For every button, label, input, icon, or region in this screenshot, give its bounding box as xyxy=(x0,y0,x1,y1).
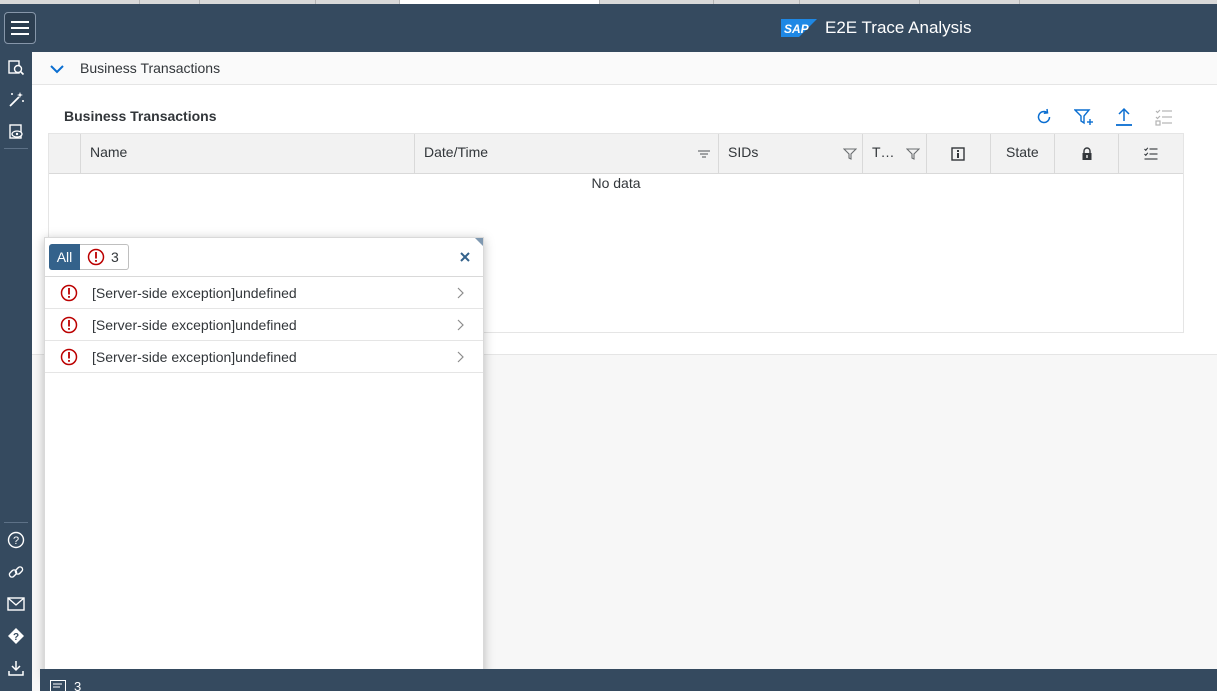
svg-text:?: ? xyxy=(13,535,19,547)
nav-item-search-trace[interactable] xyxy=(0,52,32,84)
sap-logo: SAP xyxy=(781,19,817,37)
information-icon xyxy=(951,147,965,161)
column-label: T… xyxy=(872,144,895,160)
download-icon xyxy=(8,661,24,676)
message-text: [Server-side exception]undefined xyxy=(92,317,297,333)
error-icon xyxy=(60,348,78,366)
hamburger-icon xyxy=(11,21,29,35)
chevron-right-icon xyxy=(457,319,464,331)
column-label: Name xyxy=(90,144,128,160)
chevron-down-icon[interactable] xyxy=(48,60,66,78)
lock-icon xyxy=(1082,147,1092,160)
error-count: 3 xyxy=(111,249,119,265)
help-icon: ? xyxy=(7,531,25,549)
column-header-info[interactable] xyxy=(927,134,991,174)
column-label: Date/Time xyxy=(424,144,489,160)
email-icon xyxy=(7,597,25,611)
filter-icon xyxy=(843,148,857,160)
nav-item-email[interactable] xyxy=(0,588,32,620)
empty-table-text: No data xyxy=(591,175,641,191)
message-popover-header: All 3 xyxy=(45,238,483,277)
error-icon xyxy=(60,284,78,302)
nav-item-download[interactable] xyxy=(0,652,32,684)
sort-icon xyxy=(698,150,710,158)
table-header-row: Name Date/Time SIDs T… State xyxy=(49,134,1183,174)
shell-bar: SAP E2E Trace Analysis xyxy=(0,4,1217,52)
nav-divider xyxy=(4,522,28,523)
display-eye-icon xyxy=(9,124,23,139)
message-item[interactable]: [Server-side exception]undefined xyxy=(45,309,483,341)
refresh-button[interactable] xyxy=(1032,105,1056,129)
column-header-type[interactable]: T… xyxy=(863,134,927,174)
nav-item-feedback[interactable]: ? xyxy=(0,620,32,652)
message-item[interactable]: [Server-side exception]undefined xyxy=(45,277,483,309)
app-title: E2E Trace Analysis xyxy=(825,18,972,37)
link-icon xyxy=(8,566,24,578)
column-header-sids[interactable]: SIDs xyxy=(719,134,863,174)
message-popover: All 3 [Server-side exception]undefined [… xyxy=(44,237,484,677)
message-count[interactable]: 3 xyxy=(74,679,81,691)
export-button[interactable] xyxy=(1112,105,1136,129)
nav-item-link[interactable] xyxy=(0,556,32,588)
checklist-icon xyxy=(1144,147,1158,160)
message-text: [Server-side exception]undefined xyxy=(92,285,297,301)
panel-header[interactable]: Business Transactions xyxy=(32,52,1217,85)
column-header-checklist[interactable] xyxy=(1119,134,1183,174)
refresh-icon xyxy=(1037,108,1051,124)
column-header-name[interactable]: Name xyxy=(81,134,415,174)
column-header-state[interactable]: State xyxy=(991,134,1055,174)
message-text: [Server-side exception]undefined xyxy=(92,349,297,365)
nav-item-wizard[interactable] xyxy=(0,84,32,116)
filter-all-button[interactable]: All xyxy=(49,244,80,270)
menu-button[interactable] xyxy=(4,12,36,44)
chevron-right-icon xyxy=(457,351,464,363)
error-icon xyxy=(87,248,105,266)
filter-icon xyxy=(906,148,920,160)
upload-icon xyxy=(1116,107,1132,126)
column-header-datetime[interactable]: Date/Time xyxy=(415,134,719,174)
nav-item-help[interactable]: ? xyxy=(0,524,32,556)
question-diamond-icon: ? xyxy=(8,628,24,644)
panel-title: Business Transactions xyxy=(80,60,221,76)
magic-wand-icon xyxy=(9,92,24,107)
nav-divider xyxy=(4,148,28,149)
side-navigation: ? ? xyxy=(0,52,32,691)
add-filter-button[interactable] xyxy=(1072,105,1096,129)
footer-toolbar xyxy=(40,669,1217,691)
close-icon[interactable] xyxy=(457,249,473,265)
message-item[interactable]: [Server-side exception]undefined xyxy=(45,341,483,373)
filter-errors-button[interactable]: 3 xyxy=(80,244,129,270)
row-selector-header[interactable] xyxy=(49,134,81,174)
nav-item-monitor[interactable] xyxy=(0,116,32,148)
column-header-lock[interactable] xyxy=(1055,134,1119,174)
search-document-icon xyxy=(8,60,25,76)
table-title: Business Transactions xyxy=(64,108,217,124)
chevron-right-icon xyxy=(457,287,464,299)
svg-text:?: ? xyxy=(13,632,19,643)
add-filter-icon xyxy=(1074,109,1093,125)
column-label: SIDs xyxy=(728,144,759,160)
error-icon xyxy=(60,316,78,334)
column-settings-button[interactable] xyxy=(1152,105,1176,129)
message-list-icon[interactable] xyxy=(50,680,66,691)
column-settings-icon xyxy=(1155,109,1172,126)
sap-logo-text: SAP xyxy=(784,22,810,36)
column-label: State xyxy=(1006,144,1039,160)
